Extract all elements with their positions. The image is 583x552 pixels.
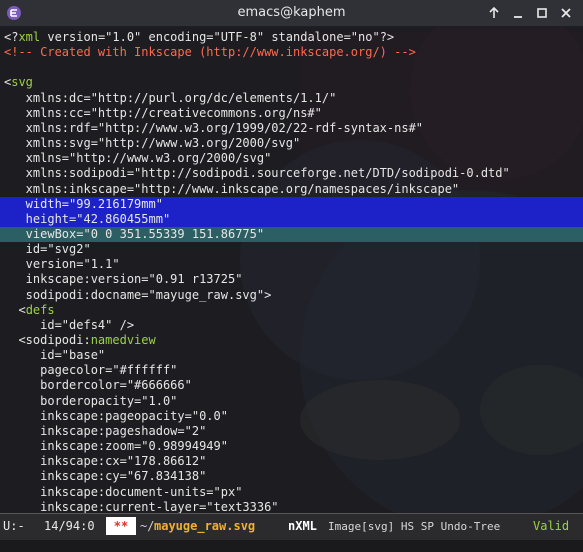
encoding-state: U:-	[3, 519, 25, 533]
code-line[interactable]: viewBox="0 0 351.55339 151.86775"	[0, 226, 583, 242]
code-token: inkscape:zoom="0.98994949"	[4, 439, 228, 454]
code-token: version="1.1"	[4, 257, 120, 272]
maximize-icon[interactable]	[533, 4, 551, 22]
code-line[interactable]: version="1.1"	[0, 257, 583, 272]
code-line[interactable]: bordercolor="#666666"	[0, 378, 583, 393]
code-line[interactable]: inkscape:cx="178.86612"	[0, 454, 583, 469]
code-token: xmlns:svg="http://www.w3.org/2000/svg"	[4, 136, 301, 151]
code-token: <?	[4, 30, 19, 44]
arrow-up-icon[interactable]	[485, 4, 503, 22]
code-token: svg	[11, 75, 33, 90]
editor-buffer[interactable]: <?xml version="1.0" encoding="UTF-8" sta…	[0, 27, 583, 514]
code-token: <!-- Created with Inkscape (http://www.i…	[4, 45, 416, 60]
code-token: xmlns="http://www.w3.org/2000/svg"	[4, 151, 272, 166]
code-token: xmlns:dc="http://purl.org/dc/elements/1.…	[4, 90, 337, 105]
code-line[interactable]: xmlns:inkscape="http://www.inkscape.org/…	[0, 182, 583, 197]
validity-status: Valid	[533, 519, 570, 533]
code-token: defs	[25, 302, 55, 317]
code-line[interactable]: borderopacity="1.0"	[0, 394, 583, 409]
window-titlebar[interactable]: emacs@kaphem	[0, 0, 583, 27]
code-token: xmlns:sodipodi="http://sodipodi.sourcefo…	[4, 166, 510, 181]
minor-modes[interactable]: Image[svg] HS SP Undo-Tree	[328, 520, 500, 533]
code-line[interactable]: inkscape:zoom="0.98994949"	[0, 439, 583, 454]
code-line[interactable]: <sodipodi:namedview	[0, 333, 583, 348]
code-token: sodipodi:docname="mayuge_raw.svg">	[4, 287, 272, 302]
code-line[interactable]: height="42.860455mm"	[0, 211, 583, 227]
code-token: namedview	[90, 333, 156, 347]
code-line[interactable]: xmlns:sodipodi="http://sodipodi.sourcefo…	[0, 166, 583, 181]
code-line[interactable]: id="defs4" />	[0, 318, 583, 333]
code-line[interactable]: xmlns:rdf="http://www.w3.org/1999/02/22-…	[0, 121, 583, 136]
code-line[interactable]: <?xml version="1.0" encoding="UTF-8" sta…	[0, 30, 583, 45]
code-line[interactable]: inkscape:pageopacity="0.0"	[0, 409, 583, 424]
minibuffer[interactable]	[0, 540, 583, 552]
major-mode[interactable]: nXML	[288, 519, 317, 533]
code-line[interactable]: inkscape:pageshadow="2"	[0, 424, 583, 439]
code-line[interactable]: xmlns:svg="http://www.w3.org/2000/svg"	[0, 136, 583, 151]
code-line[interactable]: sodipodi:docname="mayuge_raw.svg">	[0, 288, 583, 303]
code-token: height="42.860455mm"	[4, 211, 171, 226]
code-token: <sodipodi:	[4, 333, 91, 347]
code-line[interactable]: <svg	[0, 75, 583, 90]
code-token: xmlns:rdf="http://www.w3.org/1999/02/22-…	[4, 120, 424, 135]
code-token: id="defs4" />	[4, 317, 135, 332]
mode-line: U:- 14/94:0 ** ~/ mayuge_raw.svg nXML Im…	[0, 513, 583, 540]
code-token: id="svg2"	[4, 242, 91, 257]
code-token: xmlns:cc="http://creativecommons.org/ns#…	[4, 105, 322, 120]
code-token: borderopacity="1.0"	[4, 393, 178, 408]
code-token: width="99.216179mm"	[4, 196, 163, 211]
modified-flag[interactable]: **	[106, 517, 136, 535]
code-line[interactable]: inkscape:version="0.91 r13725"	[0, 272, 583, 287]
code-line[interactable]: xmlns:dc="http://purl.org/dc/elements/1.…	[0, 91, 583, 106]
code-token: id="base"	[4, 348, 106, 363]
buffer-dir: ~/	[140, 519, 155, 533]
code-token: viewBox="0 0 351.55339 151.86775"	[4, 226, 265, 241]
code-line[interactable]: id="svg2"	[0, 242, 583, 257]
code-token: xmlns:inkscape="http://www.inkscape.org/…	[4, 181, 460, 196]
code-line[interactable]: <!-- Created with Inkscape (http://www.i…	[0, 45, 583, 60]
code-line[interactable]: pagecolor="#ffffff"	[0, 363, 583, 378]
code-token: <	[4, 302, 26, 317]
line-position: 14/94:0	[44, 519, 95, 533]
code-line[interactable]: width="99.216179mm"	[0, 196, 583, 212]
code-token: inkscape:pageopacity="0.0"	[4, 408, 228, 423]
code-token: bordercolor="#666666"	[4, 378, 192, 393]
code-token: inkscape:cx="178.86612"	[4, 454, 207, 469]
code-token: inkscape:current-layer="text3336"	[4, 499, 279, 514]
code-line[interactable]	[0, 60, 583, 75]
code-line[interactable]: id="base"	[0, 348, 583, 363]
code-token: inkscape:pageshadow="2"	[4, 423, 207, 438]
code-line[interactable]: <defs	[0, 303, 583, 318]
code-token: inkscape:document-units="px"	[4, 484, 243, 499]
code-line[interactable]: inkscape:cy="67.834138"	[0, 469, 583, 484]
code-token: inkscape:version="0.91 r13725"	[4, 272, 243, 287]
code-line[interactable]: xmlns="http://www.w3.org/2000/svg"	[0, 151, 583, 166]
minimize-icon[interactable]	[509, 4, 527, 22]
code-token: xml	[18, 30, 41, 44]
code-line[interactable]: xmlns:cc="http://creativecommons.org/ns#…	[0, 106, 583, 121]
close-icon[interactable]	[557, 4, 575, 22]
code-token: inkscape:cy="67.834138"	[4, 469, 207, 484]
buffer-name[interactable]: mayuge_raw.svg	[154, 519, 255, 533]
code-line[interactable]: inkscape:document-units="px"	[0, 485, 583, 500]
code-token: pagecolor="#ffffff"	[4, 363, 178, 378]
code-token: version="1.0" encoding="UTF-8" standalon…	[40, 30, 395, 44]
